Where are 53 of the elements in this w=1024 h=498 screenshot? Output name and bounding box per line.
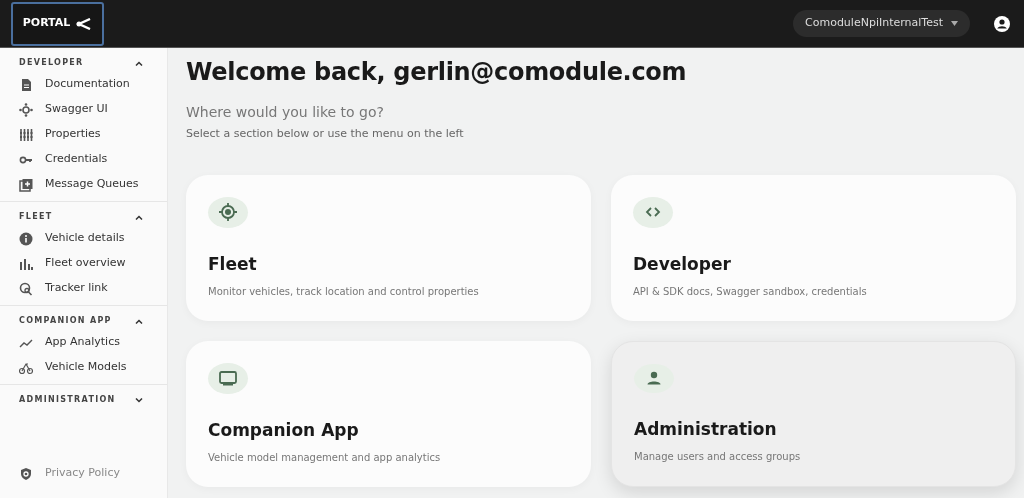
sidebar-item[interactable]: Properties [0,122,167,147]
subtitle: Where would you like to go? [186,103,385,122]
sidebar-item[interactable]: Swagger UI [0,97,167,122]
section-title: ADMINISTRATION [19,394,116,406]
sidebar-item[interactable]: Documentation [0,72,167,97]
add-box-icon [19,177,33,192]
privacy-policy-link[interactable]: Privacy Policy [0,461,167,486]
card-description: Vehicle model management and app analytics [208,450,442,465]
info-icon [19,231,33,246]
section-title: COMPANION APP [19,315,112,327]
card-title: Fleet [208,253,258,276]
section-card[interactable]: Developer API & SDK docs, Swagger sandbox, credentials [611,174,1016,321]
code-icon [633,196,673,228]
section-header[interactable]: COMPANION APP [0,312,167,330]
logo-text: PORTAL [22,15,71,32]
portal-logo[interactable]: PORTAL [11,1,104,46]
section-header[interactable]: ADMINISTRATION [0,391,167,409]
hint-text: Select a section below or use the menu on the left [186,126,465,142]
sidebar-item[interactable]: Credentials [0,147,167,172]
sidebar-item[interactable]: Fleet overview [0,251,167,276]
section-card[interactable]: Fleet Monitor vehicles, track location and control properties [186,174,591,321]
monitor-icon [208,362,248,394]
section-card[interactable]: Companion App Vehicle model management and app analytics [186,340,591,487]
scooter-icon [19,360,33,375]
organization-dropdown[interactable]: ComoduleNpiInternalTest [793,10,970,37]
shield-icon [19,466,33,481]
card-description: API & SDK docs, Swagger sandbox, credentials [633,284,868,299]
bar-chart-icon [19,256,33,271]
share-icon [76,17,93,30]
target-icon [208,196,248,228]
caret-icon [951,21,958,26]
card-title: Developer [633,253,732,276]
section-header[interactable]: DEVELOPER [0,54,167,72]
card-description: Manage users and access groups [634,449,802,464]
card-description: Monitor vehicles, track location and control properties [208,284,480,299]
account-icon[interactable] [994,15,1010,32]
sidebar-item[interactable]: Vehicle Models [0,355,167,380]
card-title: Companion App [208,419,360,442]
search-location-icon [19,281,33,296]
network-icon [19,102,33,117]
sidebar-item[interactable]: Vehicle details [0,226,167,251]
section-title: FLEET [19,211,53,223]
section-title: DEVELOPER [19,57,84,69]
card-title: Administration [634,418,778,441]
section-header[interactable]: FLEET [0,208,167,226]
person-icon [634,363,674,393]
sidebar-item[interactable]: Tracker link [0,276,167,301]
welcome-title: Welcome back, gerlin@comodule.com [186,57,688,88]
section-card[interactable]: Administration Manage users and access groups [611,340,1016,487]
sliders-icon [19,127,33,142]
document-icon [19,77,33,92]
sidebar-item[interactable]: Message Queues [0,172,167,197]
sidebar-item[interactable]: App Analytics [0,330,167,355]
